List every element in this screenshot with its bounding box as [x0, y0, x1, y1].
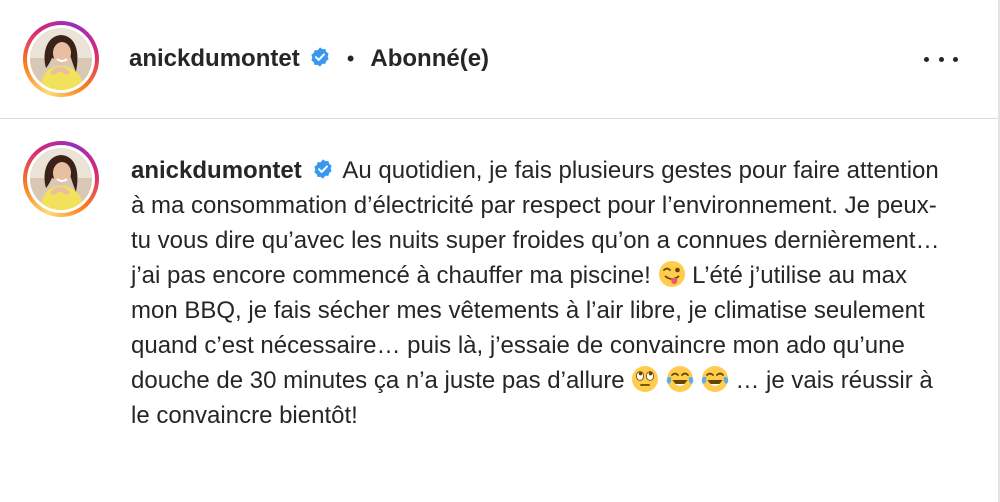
- tears-of-joy-face-emoji-icon: [666, 365, 694, 393]
- winking-tongue-face-emoji-icon: [658, 260, 686, 288]
- dot: [953, 56, 958, 62]
- username-link[interactable]: anickdumontet: [129, 45, 300, 73]
- caption-comment: anickdumontet Au quotidien, je fais plus…: [23, 141, 983, 433]
- story-ring[interactable]: [23, 141, 99, 217]
- avatar-gap: [27, 145, 95, 213]
- tears-of-joy-face-emoji-icon: [701, 365, 729, 393]
- verified-badge-icon: [309, 46, 331, 68]
- caption-username-link[interactable]: anickdumontet: [131, 157, 302, 184]
- caption-text: anickdumontet Au quotidien, je fais plus…: [131, 153, 951, 433]
- dot: [938, 56, 944, 62]
- avatar-gap: [27, 25, 95, 93]
- follow-status-button[interactable]: Abonné(e): [370, 45, 489, 73]
- separator-dot: •: [346, 46, 355, 71]
- story-ring[interactable]: [23, 21, 99, 97]
- avatar: [30, 28, 92, 90]
- more-options-icon[interactable]: [924, 48, 958, 70]
- post-header: anickdumontet • Abonné(e): [0, 0, 998, 119]
- eye-roll-face-emoji-icon: [631, 365, 659, 393]
- dot: [924, 56, 929, 62]
- verified-badge-icon: [312, 158, 334, 180]
- avatar: [30, 148, 92, 210]
